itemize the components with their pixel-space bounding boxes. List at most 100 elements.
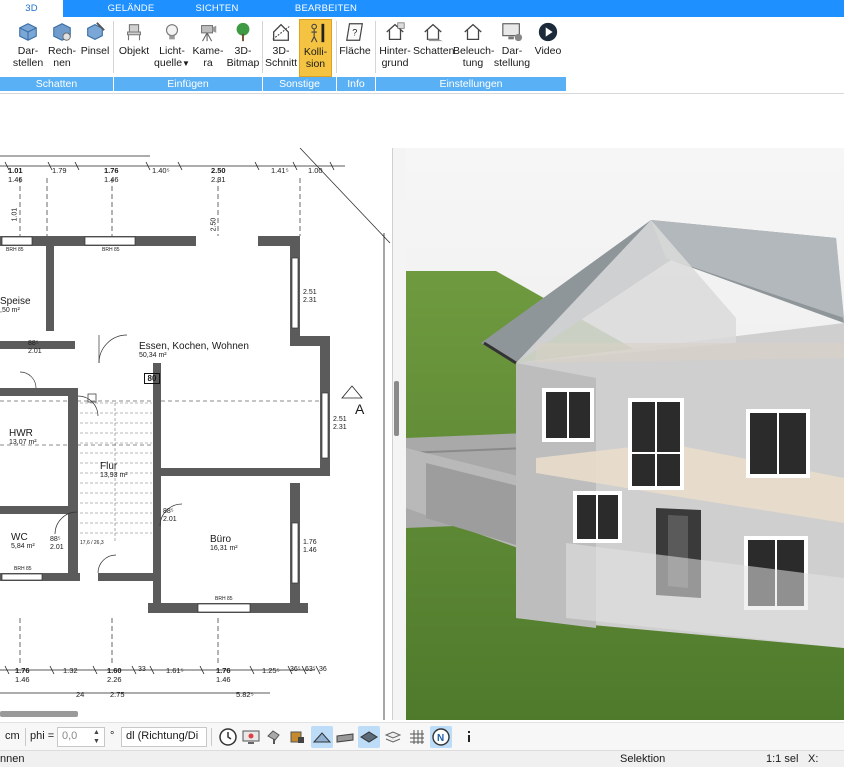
room-area: 13,07 m²	[9, 439, 37, 446]
floor-plan-drawing	[0, 148, 391, 720]
darstellen-label-1: Dar-	[17, 45, 39, 57]
kollision-button[interactable]: Kolli- sion	[299, 19, 332, 77]
status-bar: nnen Selektion 1:1 sel X:	[0, 750, 844, 767]
room-wc[interactable]: WC 5,84 m²	[11, 532, 35, 550]
room-flur[interactable]: Flur 13,93 m²	[100, 461, 128, 479]
bitmap3d-button[interactable]: 3D- Bitmap	[225, 19, 261, 77]
play-icon	[538, 22, 558, 42]
dim-bottom: 5.82⁵	[236, 690, 254, 699]
view-splitter[interactable]	[392, 148, 406, 720]
house-light-icon	[464, 23, 482, 40]
clock-icon[interactable]	[217, 726, 239, 748]
room-speise[interactable]: Speise ,50 m²	[0, 296, 31, 314]
dim-right: 2.51 2.31	[303, 289, 317, 304]
dim-top-1: 1.01 1.46	[8, 166, 23, 184]
room-name: Speise	[0, 296, 31, 307]
plan-horizontal-scrollbar[interactable]	[0, 711, 78, 717]
monitor-settings-icon	[502, 23, 523, 42]
floor-plan-view[interactable]: 1.01 1.46 1.79 1.76 1.46 1.40⁵ 2.50 2.31 1.…	[0, 148, 392, 720]
layer-icon[interactable]	[358, 726, 380, 748]
group-label-einstellungen: Einstellungen	[376, 77, 566, 91]
lichtquelle-button[interactable]: Licht- quelle▼	[153, 19, 191, 77]
room-area: ,50 m²	[0, 307, 20, 314]
dropdown-arrow-icon[interactable]: ▼	[182, 59, 190, 68]
bitmap3d-label-2: Bitmap	[226, 57, 260, 69]
kamera-button[interactable]: Kame- ra	[192, 19, 224, 77]
svg-text:N: N	[437, 733, 444, 744]
room-essen[interactable]: Essen, Kochen, Wohnen 50,34 m²	[139, 341, 249, 359]
road-icon[interactable]	[334, 726, 356, 748]
chair-icon	[127, 24, 141, 41]
bulb-icon	[165, 24, 179, 40]
dim-bottom: 24	[76, 690, 85, 699]
cube-calc-icon	[53, 23, 71, 41]
dim-bottom: 1.61⁵	[166, 666, 184, 675]
rechnen-button[interactable]: Rech- nen	[46, 19, 78, 77]
dim-bottom: 1.76 1.46	[15, 666, 30, 684]
svg-text:?: ?	[352, 28, 357, 38]
rechnen-label-2: nen	[53, 57, 71, 69]
slope-icon[interactable]	[311, 726, 333, 748]
lichtquelle-label-2: quelle	[154, 57, 183, 69]
brh-label: BRH 85	[6, 247, 24, 253]
more-icon[interactable]	[458, 726, 480, 748]
brush-icon	[87, 22, 105, 40]
section-cut-icon	[272, 23, 290, 41]
toolbar-separator	[211, 728, 212, 746]
dim-bottom: 1.76 1.46	[216, 666, 231, 684]
tab-3d[interactable]: 3D	[0, 0, 63, 17]
objekt-button[interactable]: Objekt	[117, 19, 151, 77]
room-buero[interactable]: Büro 16,31 m²	[210, 534, 238, 552]
room-area: 13,93 m²	[100, 472, 128, 479]
status-left-text: nnen	[0, 753, 25, 765]
tab-bearbeiten[interactable]: BEARBEITEN	[290, 0, 362, 17]
room-name: WC	[11, 532, 28, 543]
ribbon-separator	[262, 21, 263, 73]
schnitt3d-button[interactable]: 3D- Schnitt	[264, 19, 298, 77]
screen-icon[interactable]	[240, 726, 262, 748]
rechnen-label-1: Rech-	[47, 45, 76, 57]
objekt-label: Objekt	[118, 45, 150, 57]
grid-icon[interactable]	[406, 726, 428, 748]
paint-icon[interactable]	[286, 726, 308, 748]
beleuchtung-button[interactable]: Beleuch- tung	[453, 19, 494, 77]
phi-spinner[interactable]: ▲ ▼	[90, 728, 103, 746]
dim-bottom: 1.32	[63, 666, 78, 675]
beleuchtung-label-2: tung	[462, 57, 484, 69]
flaeche-label: Fläche	[339, 45, 371, 57]
kollision-label-1: Kolli-	[303, 46, 328, 58]
phi-label: phi =	[30, 730, 55, 742]
direction-select[interactable]: dl (Richtung/Di	[121, 727, 207, 747]
3d-view[interactable]	[406, 148, 844, 720]
dim-top-7: 1.00	[308, 166, 323, 175]
room-area: 16,31 m²	[210, 545, 238, 552]
group-label-schatten: Schatten	[0, 77, 113, 91]
north-icon[interactable]: N	[430, 726, 452, 748]
dim-bottom: 1.60 2.26	[107, 666, 122, 684]
room-name: Büro	[210, 534, 232, 545]
dim-vert-2: 2.50	[210, 217, 218, 232]
stair-label: 17,6 / 26,3	[80, 540, 104, 546]
hintergrund-button[interactable]: Hinter- grund	[377, 19, 413, 77]
darstellung-button[interactable]: Dar- stellung	[493, 19, 531, 77]
stack-icon[interactable]	[382, 726, 404, 748]
darstellen-button[interactable]: Dar- stellen	[11, 19, 45, 77]
splitter-grip[interactable]	[394, 381, 399, 436]
tree-icon[interactable]	[263, 726, 285, 748]
dim-top-6: 1.41⁵	[271, 166, 289, 175]
dim-bottom: 33	[138, 666, 146, 673]
collision-person-icon	[310, 23, 324, 43]
tab-gelaende[interactable]: GELÄNDE	[96, 0, 166, 17]
tab-sichten[interactable]: SICHTEN	[182, 0, 252, 17]
room-hwr[interactable]: HWR 13,07 m²	[9, 428, 37, 446]
group-label-einfuegen: Einfügen	[114, 77, 262, 91]
cube-render-icon	[19, 23, 37, 41]
toolbar-separator	[25, 728, 26, 746]
bitmap3d-label-1: 3D-	[234, 45, 252, 57]
schatten-button[interactable]: Schatten	[413, 19, 454, 77]
pinsel-button[interactable]: Pinsel	[79, 19, 111, 77]
video-button[interactable]: Video	[532, 19, 564, 77]
flaeche-button[interactable]: ? Fläche	[338, 19, 372, 77]
brh-label: BRH 85	[215, 596, 233, 602]
darstellung-label-1: Dar-	[501, 45, 523, 57]
